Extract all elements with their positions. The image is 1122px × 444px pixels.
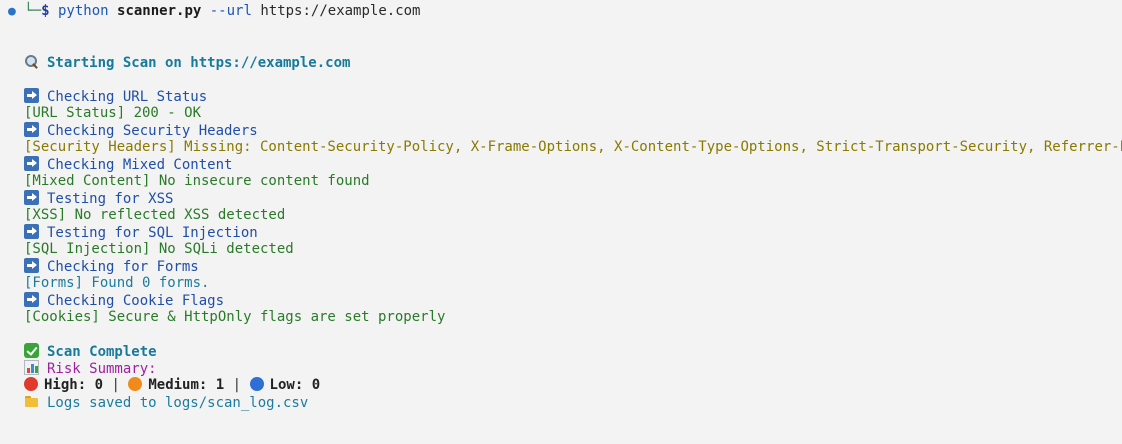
arrow-right-icon [24,88,39,103]
step-line: Testing for SQL Injection [24,224,258,241]
script-name: scanner.py [117,3,202,19]
scan-start-text: Starting Scan on https://example.com [47,55,351,71]
orange-circle-icon [128,377,143,391]
check-mark-icon [24,343,39,358]
result-line: [URL Status] 200 - OK [24,105,202,121]
terminal-window[interactable]: ── ─ ─── ─ ─ ─ ─ ─ ─ ─ ● └─$ python scan… [0,0,1122,444]
blue-circle-icon [249,377,264,391]
prompt-corner-icon: └─ [24,3,42,19]
step-text: Checking Mixed Content [47,157,233,173]
result-line: [Security Headers] Missing: Content-Secu… [24,139,1122,155]
medium-count: 1 [215,377,225,393]
step-text: Testing for SQL Injection [47,225,258,241]
arrow-right-icon [24,156,39,171]
result-line: [SQL Injection] No SQLi detected [24,241,294,257]
result-line: [XSS] No reflected XSS detected [24,207,286,223]
command-flag: --url [209,3,252,19]
folder-icon [24,394,39,409]
scan-complete-line: Scan Complete [24,343,157,360]
step-line: Checking Mixed Content [24,156,232,173]
result-line: [Cookies] Secure & HttpOnly flags are se… [24,309,446,325]
prompt-dot-icon: ● [8,4,16,19]
arrow-right-icon [24,122,39,137]
scan-start-line: Starting Scan on https://example.com [24,54,350,71]
step-text: Checking for Forms [47,259,199,275]
logs-text: Logs saved to logs/scan_log.csv [47,395,309,411]
arrow-right-icon [24,190,39,205]
risk-counts-line: High: 0 | Medium: 1 | Low: 0 [24,377,320,394]
high-label: High: [44,377,87,393]
separator: | [232,377,242,393]
risk-summary-title: Risk Summary: [47,361,157,377]
risk-summary-line: Risk Summary: [24,360,157,377]
medium-label: Medium: [148,377,208,393]
step-text: Checking Cookie Flags [47,293,225,309]
arrow-right-icon [24,292,39,307]
separator: | [111,377,120,393]
magnifier-icon [24,54,39,69]
result-line: [Forms] Found 0 forms. [24,275,210,291]
command-name: python [58,3,109,19]
step-text: Checking URL Status [47,89,208,105]
scan-complete-text: Scan Complete [47,344,157,360]
logs-line: Logs saved to logs/scan_log.csv [24,394,308,411]
command-prompt: ● └─$ python scanner.py --url https://ex… [8,3,421,20]
step-line: Checking Security Headers [24,122,258,139]
low-label: Low: [269,377,304,393]
step-line: Testing for XSS [24,190,173,207]
command-url: https://example.com [260,3,421,19]
red-circle-icon [24,377,38,391]
low-count: 0 [311,377,321,393]
arrow-right-icon [24,224,39,239]
high-count: 0 [94,377,104,393]
step-line: Checking Cookie Flags [24,292,224,309]
step-line: Checking for Forms [24,258,199,275]
arrow-right-icon [24,258,39,273]
step-line: Checking URL Status [24,88,207,105]
result-line: [Mixed Content] No insecure content foun… [24,173,370,189]
step-text: Testing for XSS [47,191,174,207]
bar-chart-icon [24,360,39,375]
prompt-symbol: $ [41,3,50,19]
step-text: Checking Security Headers [47,123,258,139]
